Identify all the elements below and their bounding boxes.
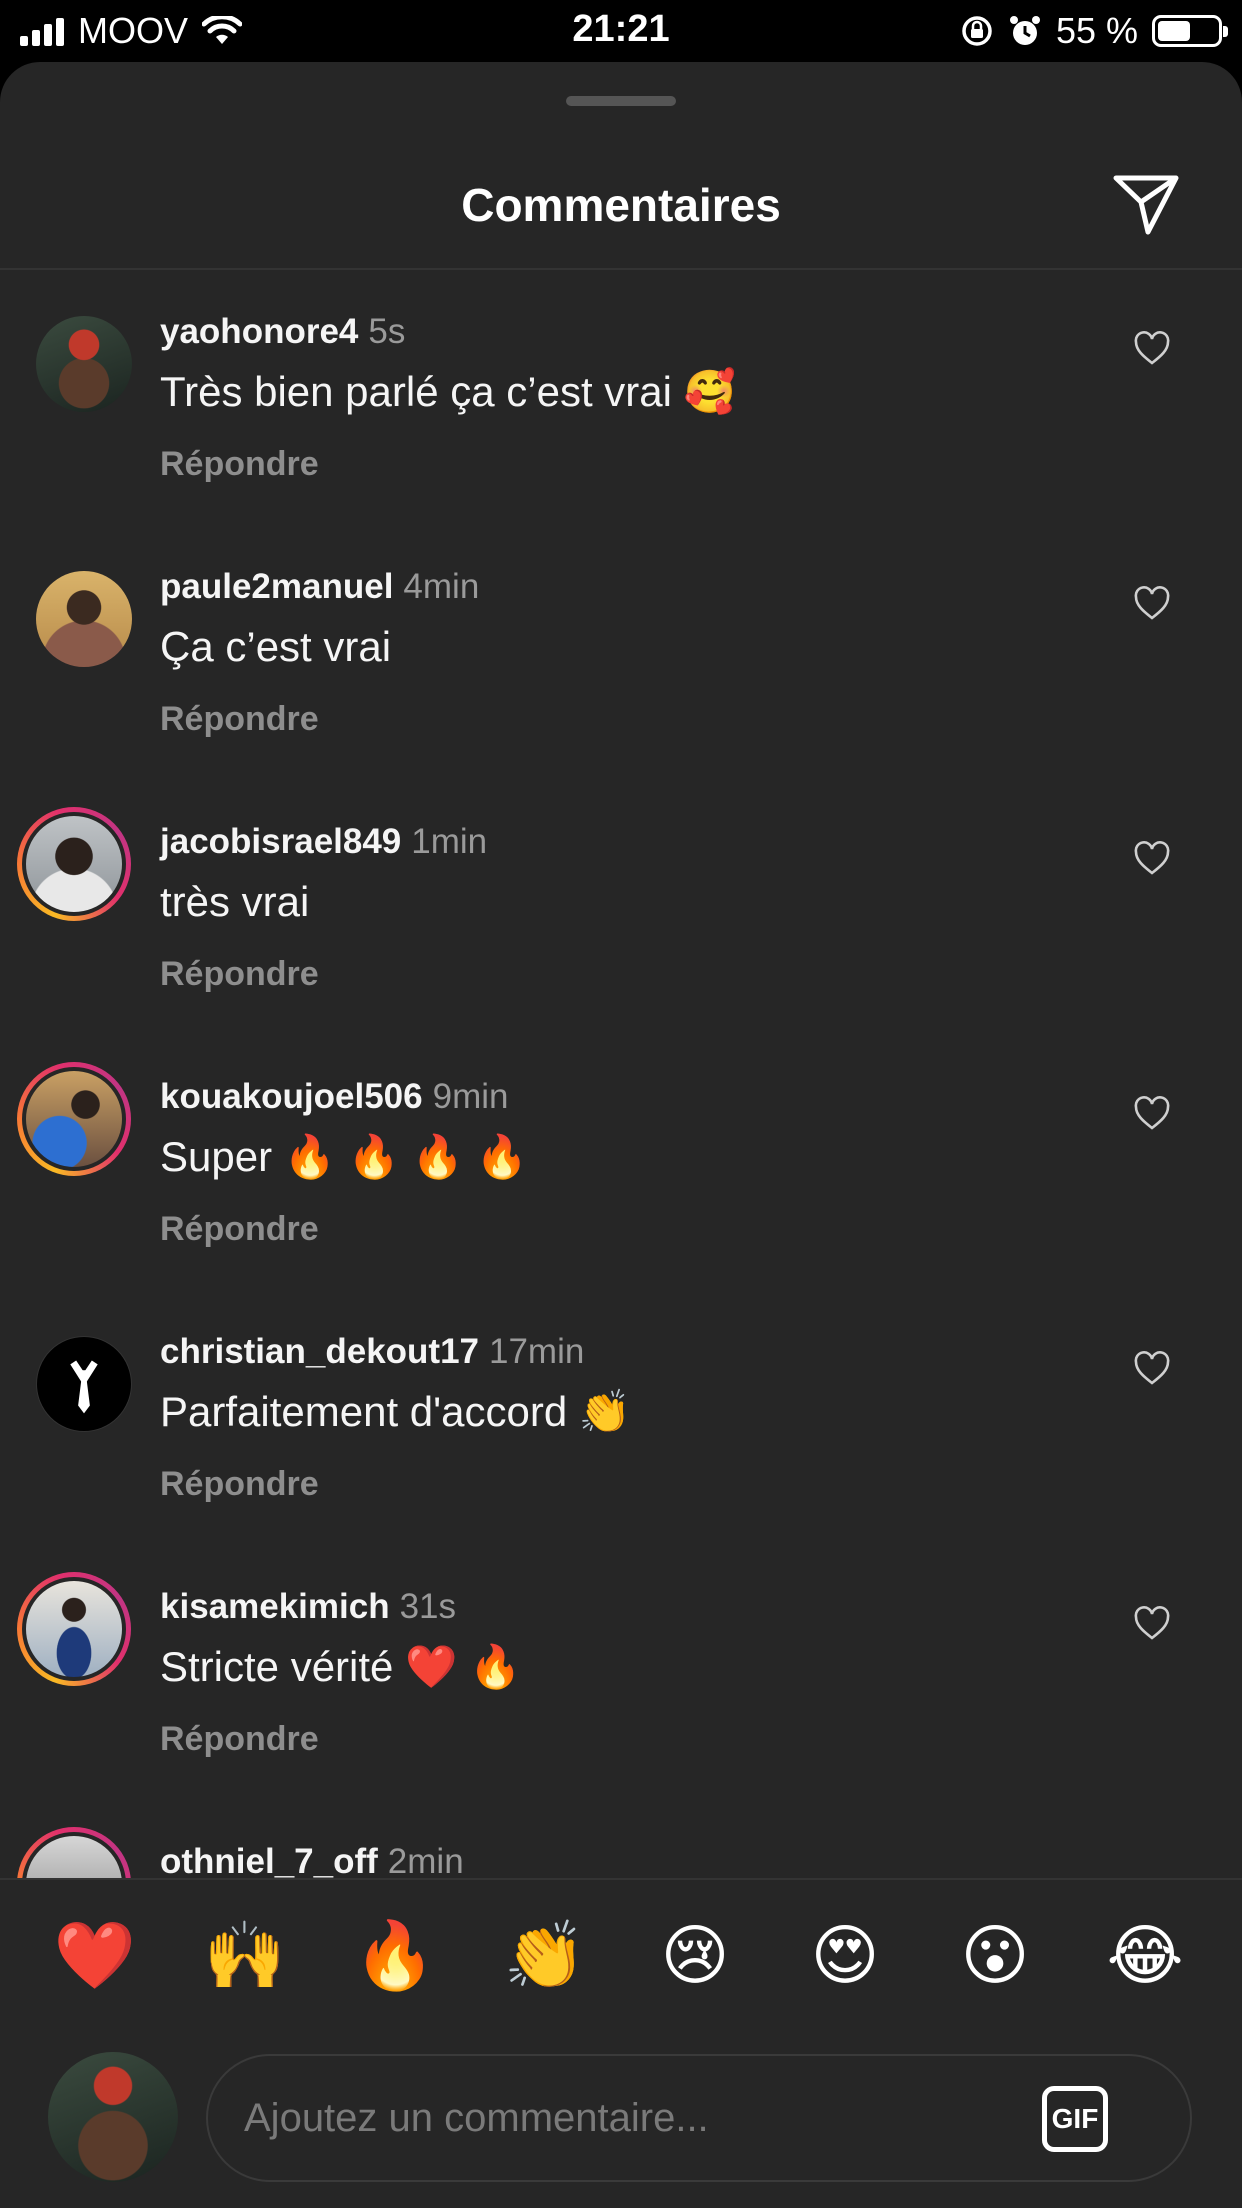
battery-percent: 55 % <box>1055 10 1138 51</box>
comment-item: othniel_7_off 2min <box>0 1800 1242 1878</box>
reply-button[interactable]: Répondre <box>160 700 319 739</box>
avatar[interactable] <box>36 1336 132 1432</box>
avatar-story-ring[interactable] <box>17 1062 131 1176</box>
avatar-story-ring[interactable] <box>17 1827 131 1878</box>
reaction-crying[interactable]: 😢 <box>650 1910 740 2000</box>
like-heart-icon[interactable] <box>1133 840 1171 878</box>
sheet-grabber[interactable] <box>566 96 676 106</box>
comment-item: jacobisrael849 1min très vrai Répondre <box>0 780 1242 1035</box>
comment-timestamp: 9min <box>432 1077 509 1116</box>
gif-button[interactable]: GIF <box>1042 2086 1108 2152</box>
like-heart-icon[interactable] <box>1133 330 1171 368</box>
comment-header: kouakoujoel506 9min <box>160 1077 508 1117</box>
current-user-avatar <box>48 2052 178 2182</box>
comment-header: yaohonore4 5s <box>160 312 405 352</box>
username-link[interactable]: christian_dekout17 <box>160 1332 479 1371</box>
comment-text: très vrai <box>160 878 310 925</box>
reaction-clapping[interactable]: 👏 <box>500 1910 590 2000</box>
page-title: Commentaires <box>461 179 781 231</box>
reply-button[interactable]: Répondre <box>160 1720 319 1759</box>
reply-button[interactable]: Répondre <box>160 445 319 484</box>
avatar-story-ring[interactable] <box>17 1572 131 1686</box>
comment-item: kisamekimich 31s Stricte vérité ❤️ 🔥 Répo… <box>0 1545 1242 1800</box>
status-right: 55 % <box>960 10 1228 52</box>
comment-header: othniel_7_off 2min <box>160 1842 464 1878</box>
reply-button[interactable]: Répondre <box>160 1465 319 1504</box>
reaction-laughing[interactable]: 😂 <box>1100 1910 1190 2000</box>
username-link[interactable]: jacobisrael849 <box>160 822 401 861</box>
comment-timestamp: 4min <box>403 567 480 606</box>
username-link[interactable]: kisamekimich <box>160 1587 390 1626</box>
comment-item: paule2manuel 4min Ça c’est vrai Répondre <box>0 525 1242 780</box>
username-link[interactable]: kouakoujoel506 <box>160 1077 423 1116</box>
send-icon[interactable] <box>1110 168 1182 240</box>
reaction-fire[interactable]: 🔥 <box>350 1910 440 2000</box>
battery-fill <box>1158 21 1190 41</box>
comment-timestamp: 1min <box>411 822 488 861</box>
comment-item: yaohonore4 5s Très bien parlé ça c’est vr… <box>0 270 1242 525</box>
username-link[interactable]: yaohonore4 <box>160 312 358 351</box>
comment-header: paule2manuel 4min <box>160 567 479 607</box>
like-heart-icon[interactable] <box>1133 1350 1171 1388</box>
comment-timestamp: 2min <box>387 1842 464 1878</box>
avatar-story-ring[interactable] <box>17 807 131 921</box>
comment-input[interactable]: Ajoutez un commentaire... GIF <box>206 2054 1192 2182</box>
username-link[interactable]: othniel_7_off <box>160 1842 378 1878</box>
reaction-raising-hands[interactable]: 🙌 <box>200 1910 290 2000</box>
avatar[interactable] <box>36 316 132 412</box>
orientation-lock-icon <box>962 16 992 46</box>
comment-item: kouakoujoel506 9min Super 🔥 🔥 🔥 🔥 Répondr… <box>0 1035 1242 1290</box>
comment-header: christian_dekout17 17min <box>160 1332 584 1372</box>
comment-text: Très bien parlé ça c’est vrai 🥰 <box>160 368 736 415</box>
comment-item: christian_dekout17 17min Parfaitement d'a… <box>0 1290 1242 1545</box>
reactions-divider <box>0 1878 1242 1880</box>
comment-timestamp: 17min <box>489 1332 585 1371</box>
reply-button[interactable]: Répondre <box>160 955 319 994</box>
avatar <box>22 1577 126 1681</box>
comment-list[interactable]: yaohonore4 5s Très bien parlé ça c’est vr… <box>0 270 1242 1878</box>
comment-timestamp: 31s <box>399 1587 457 1626</box>
status-bar: MOOV 21:21 55 % <box>0 0 1242 62</box>
quick-reactions-bar: ❤️ 🙌 🔥 👏 😢 😍 😮 😂 <box>0 1910 1242 2000</box>
comment-input-placeholder: Ajoutez un commentaire... <box>244 2096 709 2140</box>
suit-logo-icon <box>70 1360 98 1414</box>
avatar <box>22 1067 126 1171</box>
username-link[interactable]: paule2manuel <box>160 567 393 606</box>
comment-timestamp: 5s <box>368 312 406 351</box>
reply-button[interactable]: Répondre <box>160 1210 319 1249</box>
avatar <box>22 812 126 916</box>
reaction-red-heart[interactable]: ❤️ <box>50 1910 140 2000</box>
comment-text: Stricte vérité ❤️ 🔥 <box>160 1643 522 1690</box>
like-heart-icon[interactable] <box>1133 1095 1171 1133</box>
like-heart-icon[interactable] <box>1133 585 1171 623</box>
comment-header: jacobisrael849 1min <box>160 822 487 862</box>
comment-header: kisamekimich 31s <box>160 1587 456 1627</box>
comment-text: Parfaitement d'accord 👏 <box>160 1388 632 1435</box>
comments-sheet: Commentaires yaohonore4 5s Très bien parl… <box>0 62 1242 2208</box>
comment-text: Super 🔥 🔥 🔥 🔥 <box>160 1133 528 1180</box>
avatar[interactable] <box>36 571 132 667</box>
alarm-icon <box>1009 16 1040 45</box>
battery-icon <box>1152 15 1228 47</box>
avatar <box>22 1832 126 1878</box>
reaction-surprised[interactable]: 😮 <box>950 1910 1040 2000</box>
comment-text: Ça c’est vrai <box>160 623 392 670</box>
like-heart-icon[interactable] <box>1133 1605 1171 1643</box>
reaction-heart-eyes[interactable]: 😍 <box>800 1910 890 2000</box>
